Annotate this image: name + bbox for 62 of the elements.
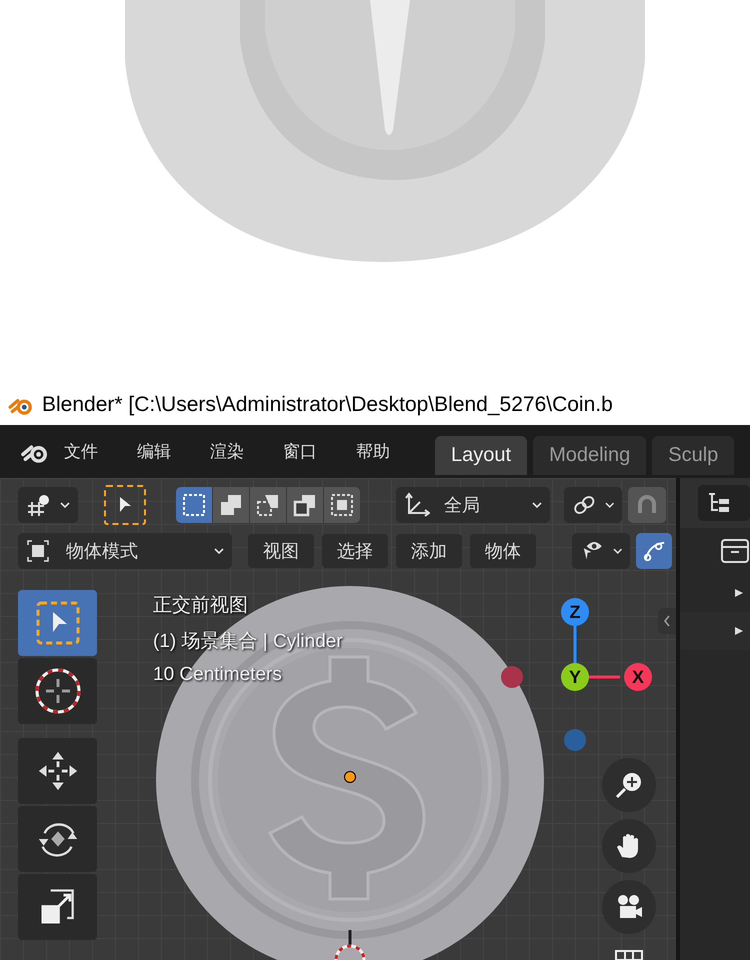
outliner-icon bbox=[706, 492, 730, 514]
header-menu-button[interactable]: 添加 bbox=[396, 534, 462, 568]
crosshair-icon bbox=[32, 666, 82, 716]
cursor-arrow-icon bbox=[118, 496, 132, 514]
workspace-tab[interactable]: Layout bbox=[435, 436, 528, 475]
menu-item[interactable]: 编辑 bbox=[137, 440, 210, 463]
sidebar-toggle[interactable] bbox=[658, 608, 676, 634]
display-mode-dropdown[interactable] bbox=[698, 485, 750, 521]
object-mode-icon bbox=[26, 539, 50, 563]
header-menu-button[interactable]: 视图 bbox=[248, 534, 314, 568]
axis-ball[interactable]: Y bbox=[561, 663, 589, 691]
collection-icon[interactable] bbox=[720, 538, 750, 564]
workspace-tab[interactable]: Sculp bbox=[652, 436, 734, 475]
selection-mode-icon bbox=[330, 493, 354, 517]
selection-mode-icon bbox=[182, 493, 206, 517]
transform-orientation-dropdown[interactable]: 全局 bbox=[396, 487, 550, 523]
snap-toggle[interactable] bbox=[628, 487, 666, 523]
tool-button[interactable] bbox=[18, 806, 97, 872]
chevron-left-icon bbox=[663, 615, 671, 627]
menu-item[interactable]: 文件 bbox=[64, 440, 137, 463]
select-box-icon bbox=[34, 600, 80, 646]
window-title: Blender* [C:\Users\Administrator\Desktop\Blend_5276\Coin.b bbox=[42, 393, 613, 417]
axis-ball[interactable]: Z bbox=[561, 598, 589, 626]
viewport-info-text: 正交前视图 bbox=[153, 594, 249, 618]
chevron-icon bbox=[60, 502, 70, 508]
expand-triangle-icon[interactable] bbox=[734, 588, 744, 598]
selection-mode-icon bbox=[293, 493, 317, 517]
visibility-dropdown[interactable] bbox=[572, 533, 630, 569]
object-types-icon bbox=[26, 494, 52, 516]
menu-item[interactable]: 帮助 bbox=[356, 440, 429, 463]
view-object-types-dropdown[interactable] bbox=[18, 487, 78, 523]
selection-mode-button[interactable] bbox=[287, 487, 323, 523]
selection-mode-button[interactable] bbox=[213, 487, 249, 523]
axes-icon bbox=[404, 492, 430, 518]
chevron-icon bbox=[604, 502, 614, 508]
menu-item[interactable]: 窗口 bbox=[283, 440, 356, 463]
chevron-icon bbox=[532, 502, 542, 508]
curve-gizmo-icon bbox=[642, 539, 666, 563]
gizmo-toggle[interactable] bbox=[636, 533, 672, 569]
tool-button[interactable] bbox=[18, 658, 97, 724]
chevron-icon bbox=[214, 548, 224, 554]
grid-icon[interactable] bbox=[615, 950, 643, 960]
axis-ball[interactable]: X bbox=[624, 663, 652, 691]
header-menu-button[interactable]: 选择 bbox=[322, 534, 388, 568]
coin-model[interactable] bbox=[155, 585, 545, 960]
chevron-icon bbox=[612, 548, 622, 554]
selection-mode-icon bbox=[219, 493, 243, 517]
selection-mode-icon bbox=[256, 493, 280, 517]
tool-button[interactable] bbox=[18, 738, 97, 804]
selection-mode-button[interactable] bbox=[176, 487, 212, 523]
pivot-dropdown[interactable] bbox=[564, 487, 622, 523]
zoom-in-icon bbox=[614, 770, 644, 800]
select-tool-button[interactable] bbox=[104, 485, 146, 525]
selection-mode-button[interactable] bbox=[324, 487, 360, 523]
menu-item[interactable]: 渲染 bbox=[210, 440, 283, 463]
selection-mode-button[interactable] bbox=[250, 487, 286, 523]
tool-button[interactable] bbox=[18, 874, 97, 940]
negative-z-axis-dot[interactable] bbox=[564, 729, 586, 751]
workspace-tab[interactable]: Modeling bbox=[533, 436, 646, 475]
expand-triangle-icon[interactable] bbox=[734, 626, 744, 636]
mode-dropdown[interactable]: 物体模式 bbox=[18, 533, 232, 569]
header-menu-button[interactable]: 物体 bbox=[470, 534, 536, 568]
